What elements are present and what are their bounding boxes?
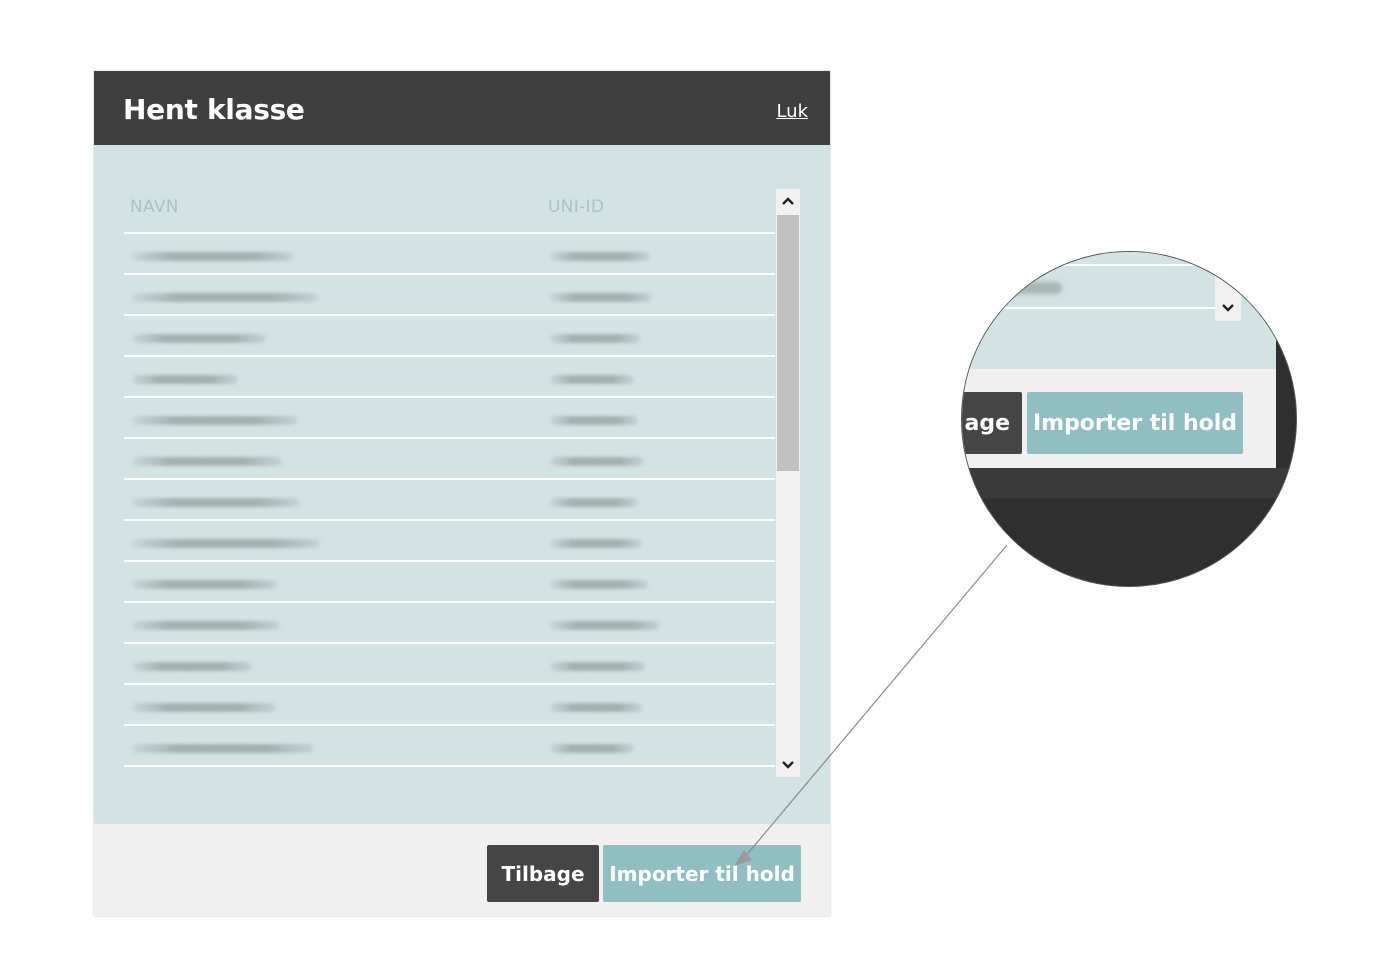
cell-name-redacted bbox=[132, 334, 266, 343]
table-row[interactable] bbox=[124, 521, 775, 562]
import-to-team-button[interactable]: Importer til hold bbox=[603, 845, 801, 902]
cell-uni-id-redacted bbox=[550, 662, 646, 671]
chevron-up-icon[interactable] bbox=[776, 189, 800, 213]
table-row[interactable] bbox=[124, 357, 775, 398]
cell-name-redacted bbox=[132, 252, 294, 261]
table-row[interactable] bbox=[124, 398, 775, 439]
scrollbar-thumb[interactable] bbox=[777, 215, 799, 471]
cell-name-redacted bbox=[132, 580, 278, 589]
column-header-uni-id[interactable]: UNI-ID bbox=[548, 197, 604, 217]
cell-uni-id-redacted bbox=[550, 457, 644, 466]
zoom-callout: age Importer til hold bbox=[961, 251, 1297, 587]
table-row[interactable] bbox=[124, 439, 775, 480]
student-table: NAVN UNI-ID bbox=[124, 189, 775, 771]
table-row[interactable] bbox=[124, 234, 775, 275]
cell-name-redacted bbox=[132, 621, 280, 630]
cell-uni-id-redacted bbox=[550, 334, 640, 343]
cell-uni-id-redacted bbox=[550, 293, 652, 302]
zoom-row-divider bbox=[962, 307, 1222, 309]
cell-uni-id-redacted bbox=[550, 621, 660, 630]
zoom-import-button: Importer til hold bbox=[1027, 392, 1243, 454]
zoom-footer: age Importer til hold bbox=[962, 369, 1276, 468]
cell-uni-id-redacted bbox=[550, 580, 648, 589]
table-row[interactable] bbox=[124, 726, 775, 767]
cell-name-redacted bbox=[132, 293, 318, 302]
modal-header: Hent klasse Luk bbox=[94, 71, 830, 145]
table-row[interactable] bbox=[124, 562, 775, 603]
cell-uni-id-redacted bbox=[550, 539, 642, 548]
table-row[interactable] bbox=[124, 603, 775, 644]
cell-uni-id-redacted bbox=[550, 252, 650, 261]
cell-name-redacted bbox=[132, 498, 300, 507]
zoom-panel: age Importer til hold bbox=[962, 252, 1276, 468]
cell-name-redacted bbox=[132, 375, 238, 384]
cell-uni-id-redacted bbox=[550, 744, 634, 753]
zoom-back-button: age bbox=[962, 392, 1022, 454]
cell-uni-id-redacted bbox=[550, 375, 634, 384]
column-header-navn[interactable]: NAVN bbox=[130, 197, 179, 217]
table-row[interactable] bbox=[124, 275, 775, 316]
cell-name-redacted bbox=[132, 457, 282, 466]
table-row[interactable] bbox=[124, 685, 775, 726]
cell-uni-id-redacted bbox=[550, 416, 638, 425]
cell-uni-id-redacted bbox=[550, 498, 638, 507]
table-row[interactable] bbox=[124, 480, 775, 521]
modal-footer: Tilbage Importer til hold bbox=[94, 824, 830, 916]
zoom-scrollbar-track bbox=[1215, 252, 1241, 295]
cell-name-redacted bbox=[132, 416, 298, 425]
zoom-table-fragment bbox=[962, 252, 1276, 369]
modal-title: Hent klasse bbox=[123, 93, 305, 126]
zoom-redacted-cell bbox=[992, 282, 1062, 294]
table-row[interactable] bbox=[124, 644, 775, 685]
back-button[interactable]: Tilbage bbox=[487, 845, 599, 902]
chevron-down-icon[interactable] bbox=[776, 753, 800, 777]
cell-name-redacted bbox=[132, 539, 320, 548]
chevron-down-icon bbox=[1215, 295, 1241, 321]
zoom-background-strip bbox=[962, 468, 1296, 498]
cell-name-redacted bbox=[132, 703, 276, 712]
hent-klasse-modal: Hent klasse Luk NAVN UNI-ID Tilbage Impo… bbox=[94, 71, 830, 916]
close-link[interactable]: Luk bbox=[776, 101, 808, 122]
table-scrollbar[interactable] bbox=[776, 189, 800, 777]
table-row[interactable] bbox=[124, 316, 775, 357]
zoom-row-divider bbox=[962, 264, 1222, 266]
cell-uni-id-redacted bbox=[550, 703, 642, 712]
cell-name-redacted bbox=[132, 662, 252, 671]
cell-name-redacted bbox=[132, 744, 314, 753]
